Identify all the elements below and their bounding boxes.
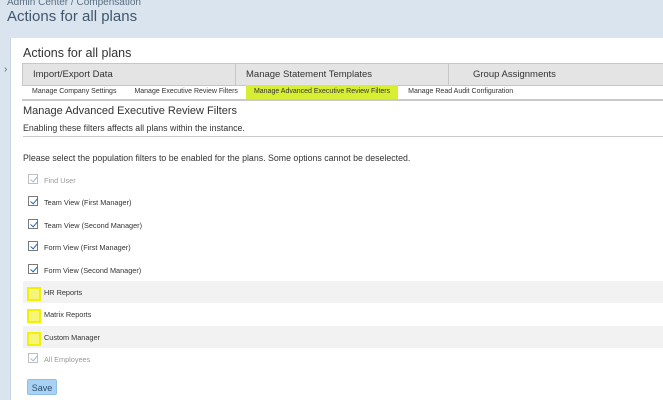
matrix-reports-checkbox[interactable]	[27, 309, 41, 324]
filter-label: HR Reports	[44, 287, 83, 297]
expand-arrow-icon[interactable]: ›	[4, 64, 7, 75]
subtab-manage-advanced-executive-review-filters[interactable]: Manage Advanced Executive Review Filters	[245, 85, 399, 99]
tab-manage-statement-templates[interactable]: Manage Statement Templates	[236, 64, 449, 85]
custom-manager-checkbox[interactable]	[27, 331, 41, 346]
form-view-second-manager-checkbox[interactable]	[28, 263, 38, 274]
top-bar: Admin Center / Compensation Actions for …	[0, 0, 663, 40]
filter-row-all-employees: All Employees	[23, 348, 663, 370]
filter-label: Team View (First Manager)	[44, 198, 132, 208]
filter-label: All Employees	[44, 355, 91, 365]
form-view-first-manager-checkbox[interactable]	[28, 241, 38, 252]
secondary-tab-bar: Manage Company Settings Manage Executive…	[22, 85, 663, 101]
filter-row-form-view-first-manager: Form View (First Manager)	[23, 236, 663, 258]
subtab-label: Manage Executive Review Filters	[134, 88, 238, 95]
subtab-label: Manage Company Settings	[32, 88, 117, 95]
team-view-second-manager-checkbox[interactable]	[28, 218, 38, 229]
panel-title: Actions for all plans	[23, 46, 132, 60]
tab-label: Import/Export Data	[33, 69, 113, 80]
primary-tab-bar: Import/Export Data Manage Statement Temp…	[22, 63, 663, 86]
subtab-manage-read-audit-configuration[interactable]: Manage Read Audit Configuration	[398, 85, 521, 99]
actions-panel: Actions for all plans › Import/Export Da…	[4, 38, 663, 400]
filter-label: Team View (Second Manager)	[44, 220, 143, 230]
save-button[interactable]: Save	[27, 379, 57, 395]
filter-row-custom-manager: Custom Manager	[23, 325, 663, 349]
tab-label: Group Assignments	[473, 69, 556, 80]
filter-row-team-view-first-manager: Team View (First Manager)	[23, 191, 663, 213]
page-title: Actions for all plans	[7, 8, 138, 25]
instruction-text: Please select the population filters to …	[23, 153, 411, 163]
section-description: Enabling these filters affects all plans…	[23, 123, 245, 133]
divider	[23, 136, 663, 137]
subtab-label: Manage Read Audit Configuration	[408, 88, 514, 95]
team-view-first-manager-checkbox[interactable]	[28, 196, 38, 207]
filter-label: Find User	[44, 176, 76, 185]
filter-label: Matrix Reports	[44, 310, 92, 320]
tab-group-assignments[interactable]: Group Assignments	[449, 64, 663, 85]
filter-row-hr-reports: HR Reports	[23, 280, 663, 304]
find-user-checkbox	[28, 174, 38, 184]
filter-row-form-view-second-manager: Form View (Second Manager)	[23, 259, 663, 281]
all-employees-checkbox	[28, 353, 38, 364]
section-title: Manage Advanced Executive Review Filters	[23, 105, 237, 117]
tab-label: Manage Statement Templates	[246, 69, 373, 80]
subtab-manage-company-settings[interactable]: Manage Company Settings	[22, 85, 124, 99]
filter-label: Form View (Second Manager)	[44, 265, 142, 275]
hr-reports-checkbox[interactable]	[27, 286, 41, 301]
filter-list: Find User Team View (First Manager) Team…	[23, 169, 663, 371]
filter-row-team-view-second-manager: Team View (Second Manager)	[23, 214, 663, 236]
filter-row-matrix-reports: Matrix Reports	[23, 303, 663, 325]
filter-label: Form View (First Manager)	[44, 243, 131, 253]
subtab-manage-executive-review-filters[interactable]: Manage Executive Review Filters	[124, 85, 246, 99]
breadcrumb[interactable]: Admin Center / Compensation	[7, 0, 141, 8]
filter-row-find-user: Find User	[23, 169, 663, 191]
filter-label: Custom Manager	[44, 332, 100, 342]
subtab-label: Manage Advanced Executive Review Filters	[253, 88, 391, 95]
tab-import-export-data[interactable]: Import/Export Data	[23, 64, 236, 85]
